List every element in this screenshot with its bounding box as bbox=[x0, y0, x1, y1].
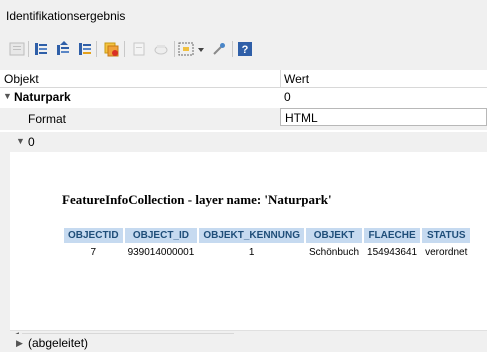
tree-header: Objekt Wert bbox=[0, 70, 487, 88]
table-header-cell: OBJECT_ID bbox=[124, 228, 198, 243]
html-result-view: FeatureInfoCollection - layer name: 'Nat… bbox=[10, 152, 487, 342]
table-header-cell: OBJEKT bbox=[306, 228, 363, 243]
select-dropdown-icon[interactable] bbox=[178, 40, 208, 58]
expand-tree-icon[interactable] bbox=[8, 40, 26, 58]
format-label: Format bbox=[28, 112, 67, 126]
table-header-cell: OBJEKT_KENNUNG bbox=[199, 228, 304, 243]
panel-title-label: Identifikationsergebnis bbox=[6, 9, 126, 23]
format-value: HTML bbox=[285, 111, 318, 125]
column-header-object[interactable]: Objekt bbox=[4, 72, 39, 86]
chevron-down-icon[interactable]: ▼ bbox=[3, 91, 12, 101]
collapse-tree-icon[interactable] bbox=[32, 40, 50, 58]
chevron-down-icon[interactable]: ▼ bbox=[16, 136, 25, 146]
table-cell: 7 bbox=[90, 247, 97, 258]
panel-title: Identifikationsergebnis bbox=[0, 0, 487, 28]
tree-row-format: Format HTML bbox=[0, 108, 487, 130]
toolbar-separator bbox=[124, 41, 125, 57]
html-heading: FeatureInfoCollection - layer name: 'Nat… bbox=[62, 192, 332, 207]
tree-indent-strip bbox=[0, 152, 10, 352]
tree-row-derived[interactable]: ▶ (abgeleitet) bbox=[0, 334, 487, 352]
help-icon[interactable]: ? bbox=[236, 40, 254, 58]
table-cell: verordnet bbox=[425, 247, 468, 258]
svg-text:?: ? bbox=[242, 44, 249, 56]
results-tree: Objekt Wert ▼ Naturpark 0 Format HTML ▼ … bbox=[0, 70, 487, 352]
column-header-value[interactable]: Wert bbox=[284, 72, 309, 86]
table-cell: 154943641 bbox=[367, 247, 418, 258]
print-icon[interactable] bbox=[130, 40, 148, 58]
open-form-icon[interactable] bbox=[152, 40, 170, 58]
tree-row-feature[interactable]: ▼ 0 bbox=[0, 132, 487, 152]
table-header-cell: STATUS bbox=[422, 228, 471, 243]
feature-info-table: OBJECTID OBJECT_ID OBJEKT_KENNUNG OBJEKT… bbox=[62, 226, 472, 262]
table-cell: 1 bbox=[248, 247, 255, 258]
table-header-row: OBJECTID OBJECT_ID OBJEKT_KENNUNG OBJEKT… bbox=[64, 228, 471, 243]
toolbar-separator bbox=[28, 41, 29, 57]
copy-feature-icon[interactable] bbox=[102, 40, 120, 58]
feature-label: 0 bbox=[28, 135, 35, 149]
expand-new-results-icon[interactable] bbox=[54, 40, 72, 58]
toolbar: ? bbox=[0, 28, 487, 70]
format-select[interactable]: HTML bbox=[280, 108, 487, 126]
tree-row-layer[interactable]: ▼ Naturpark 0 bbox=[0, 88, 487, 106]
column-divider[interactable] bbox=[280, 70, 281, 88]
identify-tool-icon[interactable] bbox=[210, 40, 228, 58]
table-header-cell: FLAECHE bbox=[364, 228, 421, 243]
toolbar-separator bbox=[96, 41, 97, 57]
table-row: 7 939014000001 1 Schönbuch 154943641 ver… bbox=[64, 245, 470, 260]
highlight-features-icon[interactable] bbox=[76, 40, 94, 58]
toolbar-separator bbox=[232, 41, 233, 57]
table-cell: 939014000001 bbox=[127, 247, 195, 258]
chevron-right-icon[interactable]: ▶ bbox=[16, 338, 23, 349]
layer-label: Naturpark bbox=[14, 90, 71, 104]
table-header-cell: OBJECTID bbox=[64, 228, 123, 243]
toolbar-separator bbox=[174, 41, 175, 57]
layer-value: 0 bbox=[284, 90, 291, 104]
derived-label: (abgeleitet) bbox=[28, 336, 89, 350]
table-cell: Schönbuch bbox=[309, 247, 360, 258]
